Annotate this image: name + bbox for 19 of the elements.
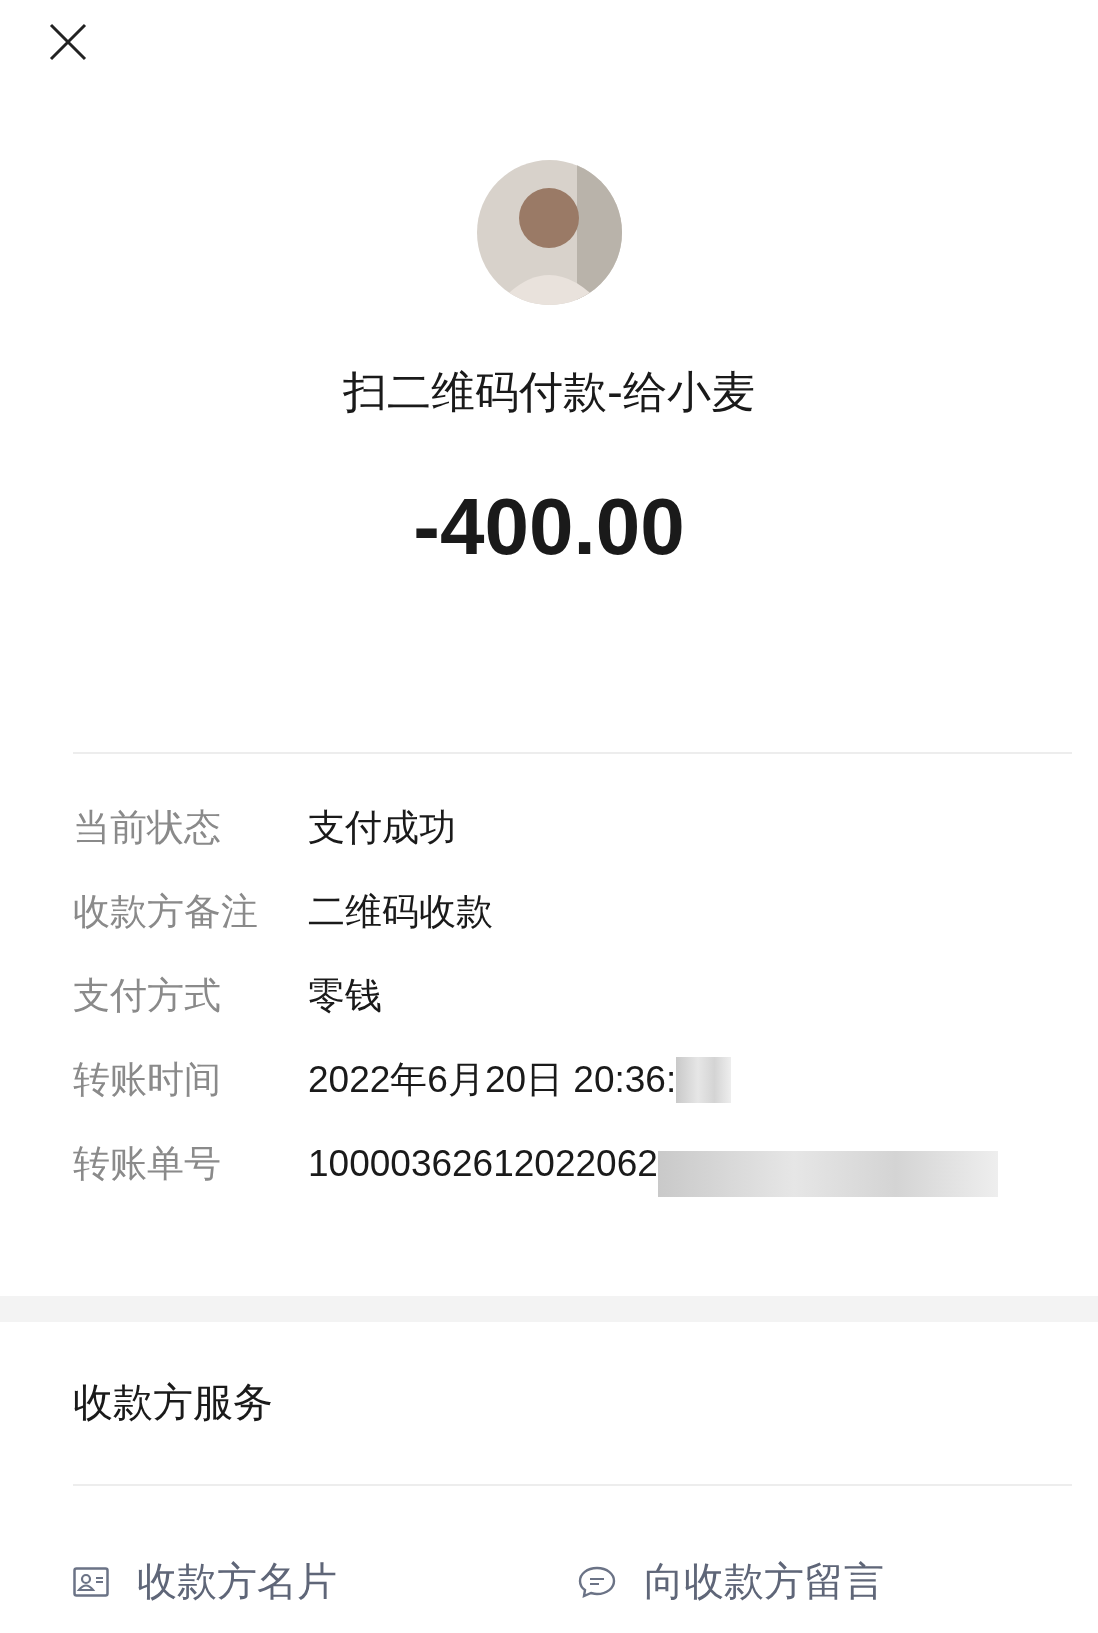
close-icon: [48, 22, 88, 62]
detail-label: 收款方备注: [73, 889, 259, 935]
amount: -400.00: [413, 481, 685, 573]
detail-label: 支付方式: [73, 973, 222, 1019]
service-link[interactable]: 收款方名片: [73, 1554, 578, 1609]
detail-value: 支付成功: [308, 806, 456, 850]
detail-value: 零钱: [308, 974, 382, 1018]
payment-title: 扫二维码付款-给小麦: [343, 365, 755, 419]
service-link[interactable]: 向收款方留言: [578, 1554, 1083, 1609]
detail-label: 转账时间: [73, 1057, 222, 1103]
detail-value: 10000362612022062: [308, 1143, 658, 1185]
chat-bubble-icon: [578, 1565, 616, 1598]
close-button[interactable]: [48, 22, 88, 62]
section-heading: 收款方服务: [73, 1378, 273, 1427]
contact-card-icon: [73, 1566, 109, 1597]
detail-label: 转账单号: [73, 1141, 222, 1187]
detail-value: 二维码收款: [308, 890, 493, 934]
detail-label: 当前状态: [73, 805, 222, 851]
detail-value: 2022年6月20日 20:36:: [308, 1058, 677, 1102]
